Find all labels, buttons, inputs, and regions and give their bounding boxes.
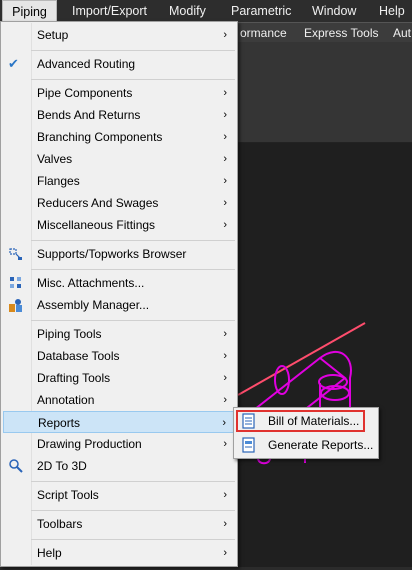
menu-item-database-tools[interactable]: Database Tools ›	[3, 345, 235, 367]
menu-item-label: Setup	[37, 28, 69, 42]
reports-submenu: Bill of Materials... Generate Reports...	[233, 407, 379, 459]
menu-separator	[31, 539, 235, 540]
menu-item-label: Assembly Manager...	[37, 298, 150, 312]
menu-item-label: Flanges	[37, 174, 80, 188]
menu-item-flanges[interactable]: Flanges ›	[3, 170, 235, 192]
menu-separator	[31, 79, 235, 80]
menu-item-label: Help	[37, 546, 62, 560]
chevron-right-icon: ›	[223, 328, 227, 340]
ribbon-tab-performance[interactable]: ormance	[240, 24, 287, 42]
chevron-right-icon: ›	[223, 438, 227, 450]
menu-item-help[interactable]: Help ›	[3, 542, 235, 564]
menu-item-label: Drawing Production	[37, 437, 142, 451]
menu-separator	[31, 50, 235, 51]
submenu-item-generate-reports[interactable]: Generate Reports...	[236, 434, 376, 456]
2d-to-3d-icon	[8, 458, 24, 474]
menu-item-annotation[interactable]: Annotation ›	[3, 389, 235, 411]
menu-item-label: Reducers And Swages	[37, 196, 159, 210]
menu-item-label: Annotation	[37, 393, 95, 407]
chevron-right-icon: ›	[223, 219, 227, 231]
menu-item-bends-and-returns[interactable]: Bends And Returns ›	[3, 104, 235, 126]
generate-reports-icon	[241, 437, 257, 453]
submenu-item-label: Generate Reports...	[268, 438, 374, 452]
attachments-icon	[8, 275, 24, 291]
menu-item-advanced-routing[interactable]: ✔ Advanced Routing	[3, 53, 235, 75]
menu-item-label: Drafting Tools	[37, 371, 111, 385]
menu-item-2d-to-3d[interactable]: 2D To 3D	[3, 455, 235, 477]
menu-item-label: Valves	[37, 152, 73, 166]
menu-item-drawing-production[interactable]: Drawing Production ›	[3, 433, 235, 455]
chevron-right-icon: ›	[223, 489, 227, 501]
menu-item-misc-attachments[interactable]: Misc. Attachments...	[3, 272, 235, 294]
chevron-right-icon: ›	[223, 153, 227, 165]
menu-item-script-tools[interactable]: Script Tools ›	[3, 484, 235, 506]
menu-import-export[interactable]: Import/Export	[72, 0, 147, 22]
menu-item-pipe-components[interactable]: Pipe Components ›	[3, 82, 235, 104]
menu-item-label: Toolbars	[37, 517, 83, 531]
chevron-right-icon: ›	[223, 394, 227, 406]
chevron-right-icon: ›	[223, 197, 227, 209]
ribbon-tab-autodesk[interactable]: Aut	[393, 24, 411, 42]
menu-item-label: Reports	[38, 416, 81, 430]
supports-browser-icon	[8, 246, 24, 262]
menu-item-miscellaneous-fittings[interactable]: Miscellaneous Fittings ›	[3, 214, 235, 236]
menu-item-reports[interactable]: Reports ›	[3, 411, 235, 433]
ribbon-tab-express-tools[interactable]: Express Tools	[304, 24, 378, 42]
menu-parametric[interactable]: Parametric	[231, 0, 291, 22]
menu-item-setup[interactable]: Setup ›	[3, 24, 235, 46]
checkmark-icon: ✔	[8, 56, 19, 71]
chevron-right-icon: ›	[223, 175, 227, 187]
menu-item-assembly-manager[interactable]: Assembly Manager...	[3, 294, 235, 316]
menu-item-label: Misc. Attachments...	[37, 276, 145, 290]
chevron-right-icon: ›	[223, 131, 227, 143]
chevron-right-icon: ›	[223, 518, 227, 530]
menu-item-drafting-tools[interactable]: Drafting Tools ›	[3, 367, 235, 389]
chevron-right-icon: ›	[222, 417, 226, 429]
menu-item-reducers-and-swages[interactable]: Reducers And Swages ›	[3, 192, 235, 214]
menu-help[interactable]: Help	[379, 0, 405, 22]
menu-item-label: Database Tools	[37, 349, 120, 363]
chevron-right-icon: ›	[223, 87, 227, 99]
assembly-manager-icon	[8, 297, 24, 313]
menu-item-toolbars[interactable]: Toolbars ›	[3, 513, 235, 535]
menu-item-label: Bends And Returns	[37, 108, 141, 122]
chevron-right-icon: ›	[223, 109, 227, 121]
menu-item-label: Advanced Routing	[37, 57, 136, 71]
selection-highlight-box	[236, 410, 365, 432]
menu-item-label: Supports/Topworks Browser	[37, 247, 187, 261]
menu-separator	[31, 320, 235, 321]
menu-item-label: 2D To 3D	[37, 459, 87, 473]
chevron-right-icon: ›	[223, 29, 227, 41]
chevron-right-icon: ›	[223, 547, 227, 559]
menu-item-branching-components[interactable]: Branching Components ›	[3, 126, 235, 148]
menu-item-label: Miscellaneous Fittings	[37, 218, 156, 232]
menu-item-valves[interactable]: Valves ›	[3, 148, 235, 170]
menu-item-piping-tools[interactable]: Piping Tools ›	[3, 323, 235, 345]
menu-item-label: Branching Components	[37, 130, 163, 144]
piping-dropdown-menu: Setup › ✔ Advanced Routing Pipe Componen…	[0, 21, 238, 567]
menu-item-label: Pipe Components	[37, 86, 133, 100]
chevron-right-icon: ›	[223, 350, 227, 362]
menu-window[interactable]: Window	[312, 0, 356, 22]
menu-separator	[31, 510, 235, 511]
menu-modify[interactable]: Modify	[169, 0, 206, 22]
menu-bar: Piping Import/Export Modify Parametric W…	[0, 0, 412, 22]
menu-item-supports-browser[interactable]: Supports/Topworks Browser	[3, 243, 235, 265]
menu-item-label: Piping Tools	[37, 327, 102, 341]
menu-separator	[31, 481, 235, 482]
menu-item-label: Script Tools	[37, 488, 99, 502]
menu-piping[interactable]: Piping	[2, 0, 57, 22]
menu-separator	[31, 269, 235, 270]
chevron-right-icon: ›	[223, 372, 227, 384]
menu-separator	[31, 240, 235, 241]
